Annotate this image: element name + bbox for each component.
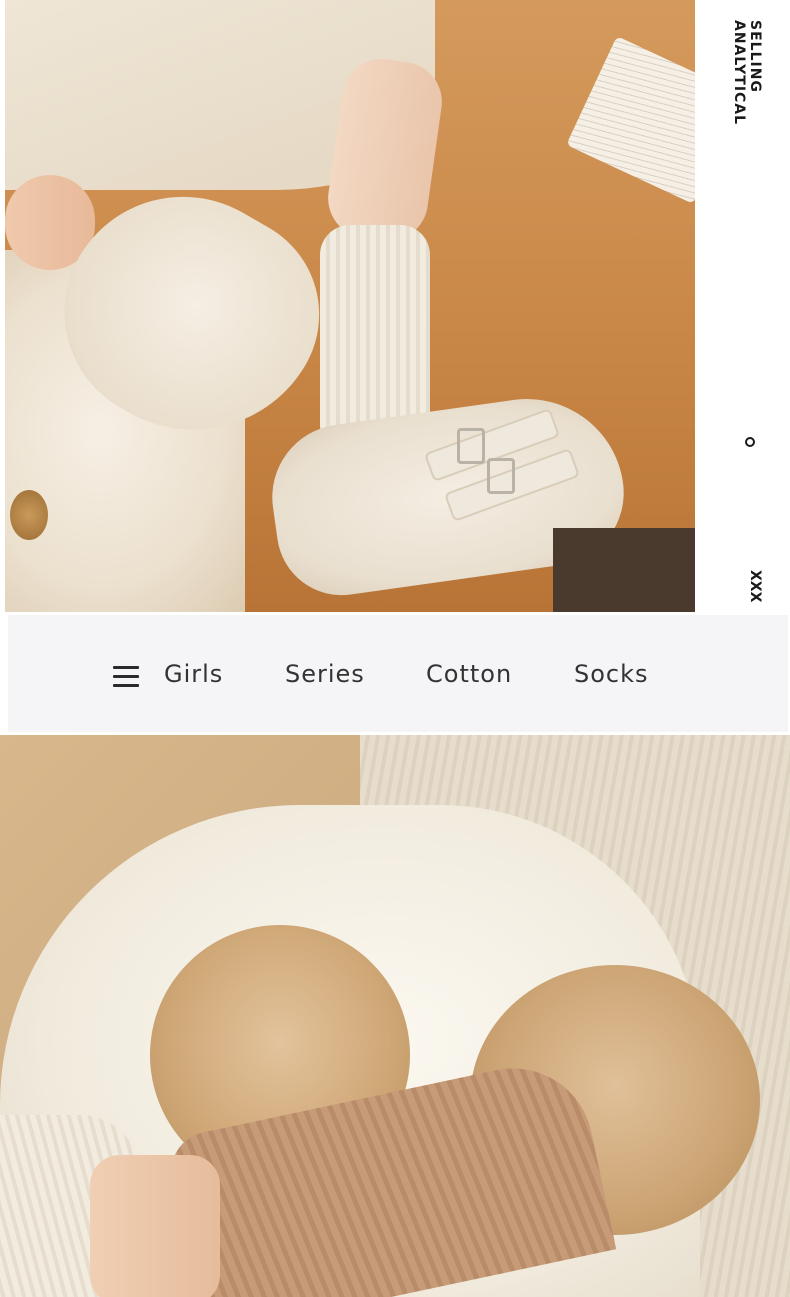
menu-icon — [113, 666, 139, 688]
banner-word-girls: Girls — [164, 660, 224, 688]
buckle — [457, 428, 485, 464]
floor-shadow — [553, 528, 695, 612]
ankle — [90, 1155, 220, 1297]
side-marker: XXX — [747, 570, 763, 603]
banner-word-series: Series — [285, 660, 365, 688]
circle-icon — [745, 437, 755, 447]
teddy-bear — [10, 490, 48, 540]
bottom-product-photo — [0, 735, 790, 1297]
banner-word-socks: Socks — [574, 660, 649, 688]
open-book — [566, 36, 695, 204]
buckle — [487, 458, 515, 494]
top-product-photo — [5, 0, 695, 612]
side-title: SELLING ANALYTICAL — [731, 20, 763, 126]
banner-word-cotton: Cotton — [426, 660, 513, 688]
